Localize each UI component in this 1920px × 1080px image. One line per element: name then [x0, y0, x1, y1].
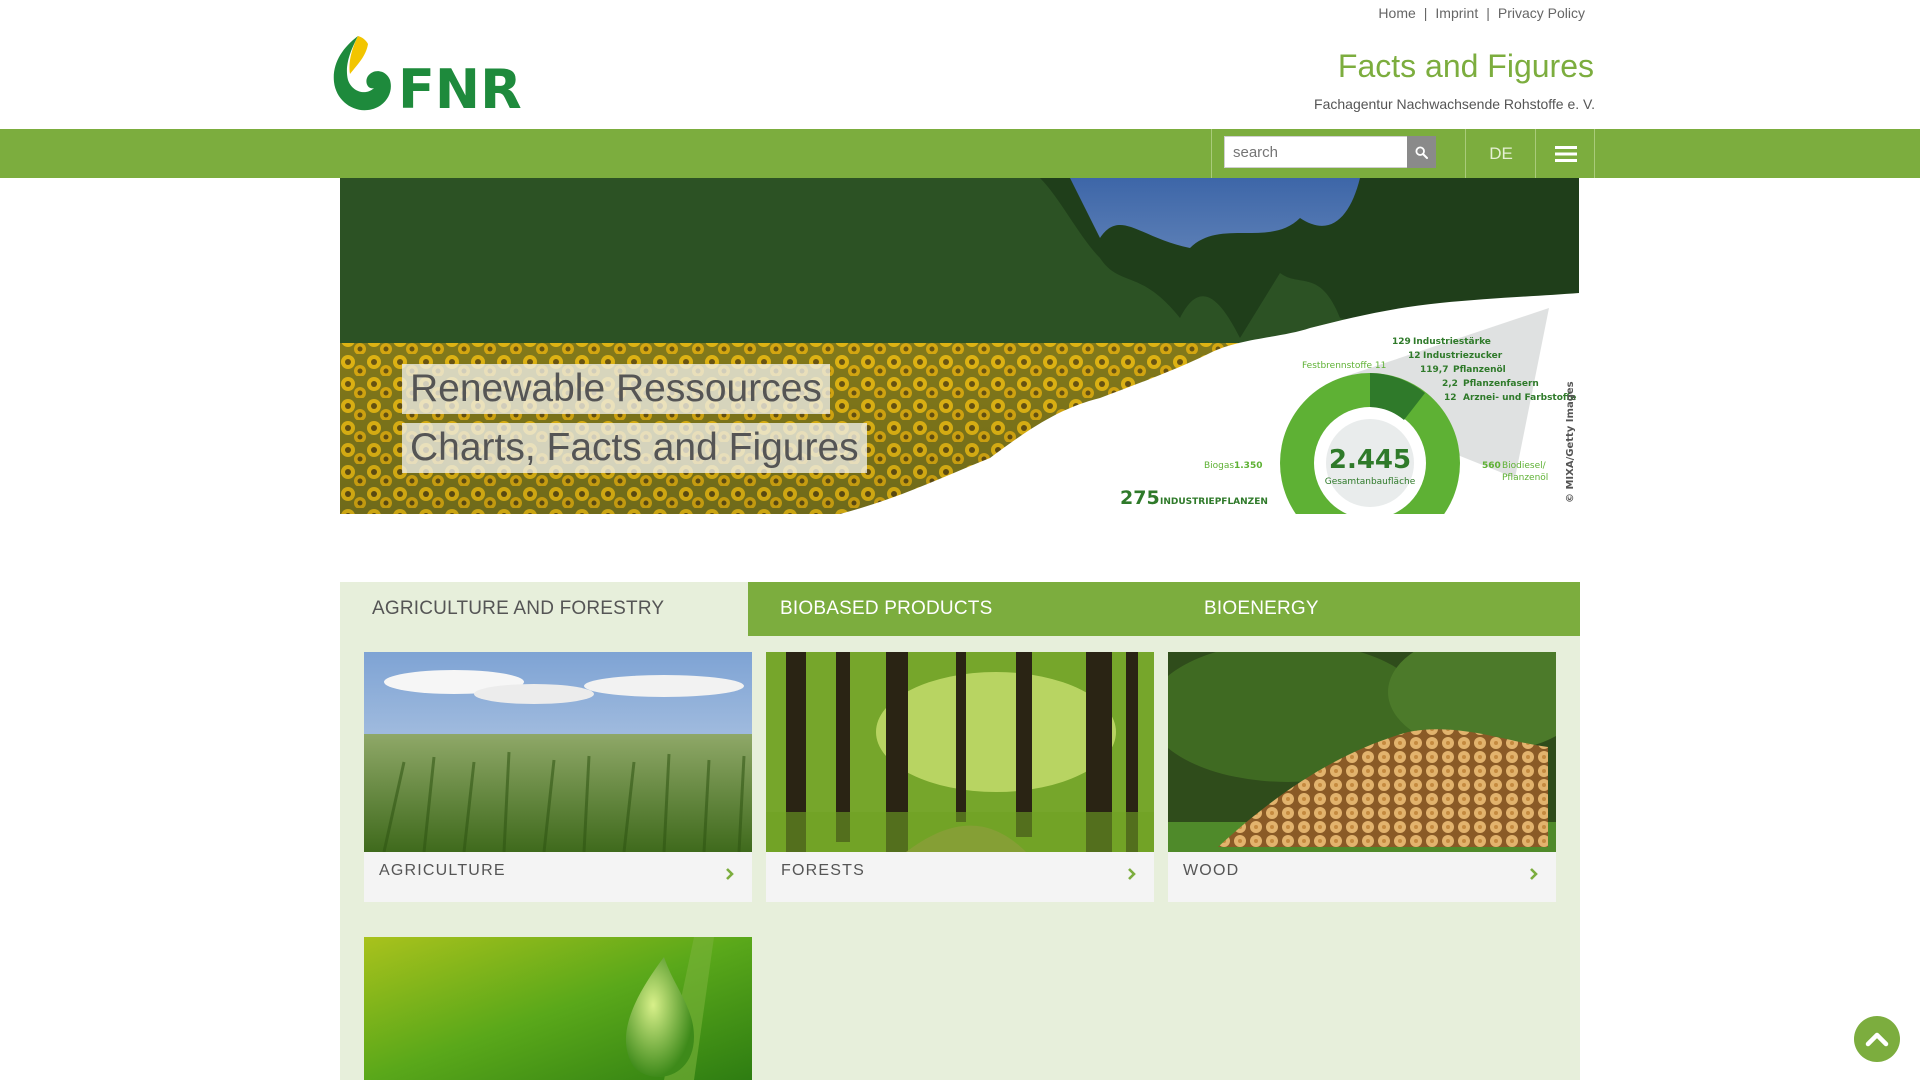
- drop-image: [364, 937, 752, 1080]
- tab-bioenergy[interactable]: BIOENERGY: [1172, 582, 1580, 636]
- tab-biobased-products[interactable]: BIOBASED PRODUCTS: [748, 582, 1172, 636]
- infographic-total-label: Gesamtanbaufläche: [1325, 477, 1416, 487]
- infographic-biodiesel-label2: Pflanzenöl: [1502, 473, 1548, 483]
- infographic-item-label: Industriezucker: [1423, 351, 1503, 361]
- logo-text: FNR: [398, 58, 522, 114]
- infographic-biogas-value: 1.350: [1234, 461, 1262, 471]
- agriculture-image: [364, 652, 752, 852]
- infographic-festbrennstoffe: Festbrennstoffe 11: [1302, 361, 1386, 371]
- infographic-item-label: Pflanzenfasern: [1463, 379, 1539, 389]
- chevron-right-icon: [726, 868, 734, 880]
- infographic-item-value: 12: [1408, 351, 1421, 361]
- infographic-item-value: 119,7: [1420, 365, 1448, 375]
- infographic-item-label: Pflanzenöl: [1453, 365, 1506, 375]
- scroll-to-top-button[interactable]: [1854, 1016, 1900, 1062]
- infographic-biogas-label: Biogas: [1204, 461, 1234, 471]
- card-label: FORESTS: [781, 862, 865, 879]
- image-credit: © MIXA/Getty Images: [1565, 381, 1576, 503]
- infographic-biodiesel-value: 560: [1482, 461, 1501, 471]
- fnr-logo[interactable]: FNR: [328, 34, 524, 121]
- infographic-total: 2.445: [1329, 445, 1411, 475]
- imprint-link[interactable]: Imprint: [1435, 5, 1478, 21]
- link-separator: |: [1423, 5, 1428, 21]
- card-label: WOOD: [1183, 862, 1240, 879]
- search-icon: [1415, 145, 1428, 159]
- hero-caption-line2: Charts, Facts and Figures: [402, 423, 867, 473]
- site-title: Facts and Figures: [1337, 48, 1594, 84]
- infographic-biodiesel-label: Biodiesel/: [1502, 461, 1547, 471]
- privacy-policy-link[interactable]: Privacy Policy: [1498, 5, 1585, 21]
- infographic-item-label: Industriestärke: [1413, 337, 1491, 347]
- language-switch[interactable]: DE: [1466, 129, 1536, 178]
- card-partial[interactable]: [364, 937, 752, 1080]
- wood-image: [1168, 652, 1556, 852]
- card-agriculture[interactable]: AGRICULTURE: [364, 652, 752, 902]
- infographic-item-value: 12: [1444, 393, 1457, 403]
- card-wood[interactable]: WOOD: [1168, 652, 1556, 902]
- main-navbar: [0, 129, 1920, 178]
- hero-caption-line1: Renewable Ressources: [402, 364, 830, 414]
- infographic-industrial-count: 275: [1120, 487, 1160, 509]
- nav-divider: [1211, 129, 1212, 178]
- infographic-item-value: 129: [1392, 337, 1411, 347]
- infographic-industrial-label: INDUSTRIEPFLANZEN: [1160, 497, 1268, 507]
- link-separator: |: [1486, 5, 1490, 21]
- hamburger-icon: [1554, 145, 1577, 162]
- search-form: [1224, 136, 1436, 168]
- site-subtitle: Fachagentur Nachwachsende Rohstoffe e. V…: [1314, 96, 1595, 112]
- category-tabs: AGRICULTURE AND FORESTRY BIOBASED PRODUC…: [340, 582, 1580, 636]
- hero-banner: 2.445 Gesamtanbaufläche 129 Industriestä…: [340, 178, 1579, 514]
- menu-button[interactable]: [1536, 129, 1595, 178]
- search-button[interactable]: [1407, 136, 1436, 168]
- search-input[interactable]: [1224, 136, 1407, 168]
- chevron-right-icon: [1530, 868, 1538, 880]
- top-links: Home | Imprint | Privacy Policy: [1378, 5, 1585, 21]
- home-link[interactable]: Home: [1378, 5, 1415, 21]
- card-forests[interactable]: FORESTS: [766, 652, 1154, 902]
- category-panel: AGRICULTURE AND FORESTRY BIOBASED PRODUC…: [340, 582, 1580, 1080]
- forests-image: [766, 652, 1154, 852]
- tab-agriculture-and-forestry[interactable]: AGRICULTURE AND FORESTRY: [340, 582, 748, 636]
- chevron-right-icon: [1128, 868, 1136, 880]
- infographic-item-value: 2,2: [1442, 379, 1458, 389]
- infographic-item-label: Arznei- und Farbstoffe: [1463, 393, 1576, 403]
- card-label: AGRICULTURE: [379, 862, 506, 879]
- chevron-up-icon: [1865, 1032, 1889, 1047]
